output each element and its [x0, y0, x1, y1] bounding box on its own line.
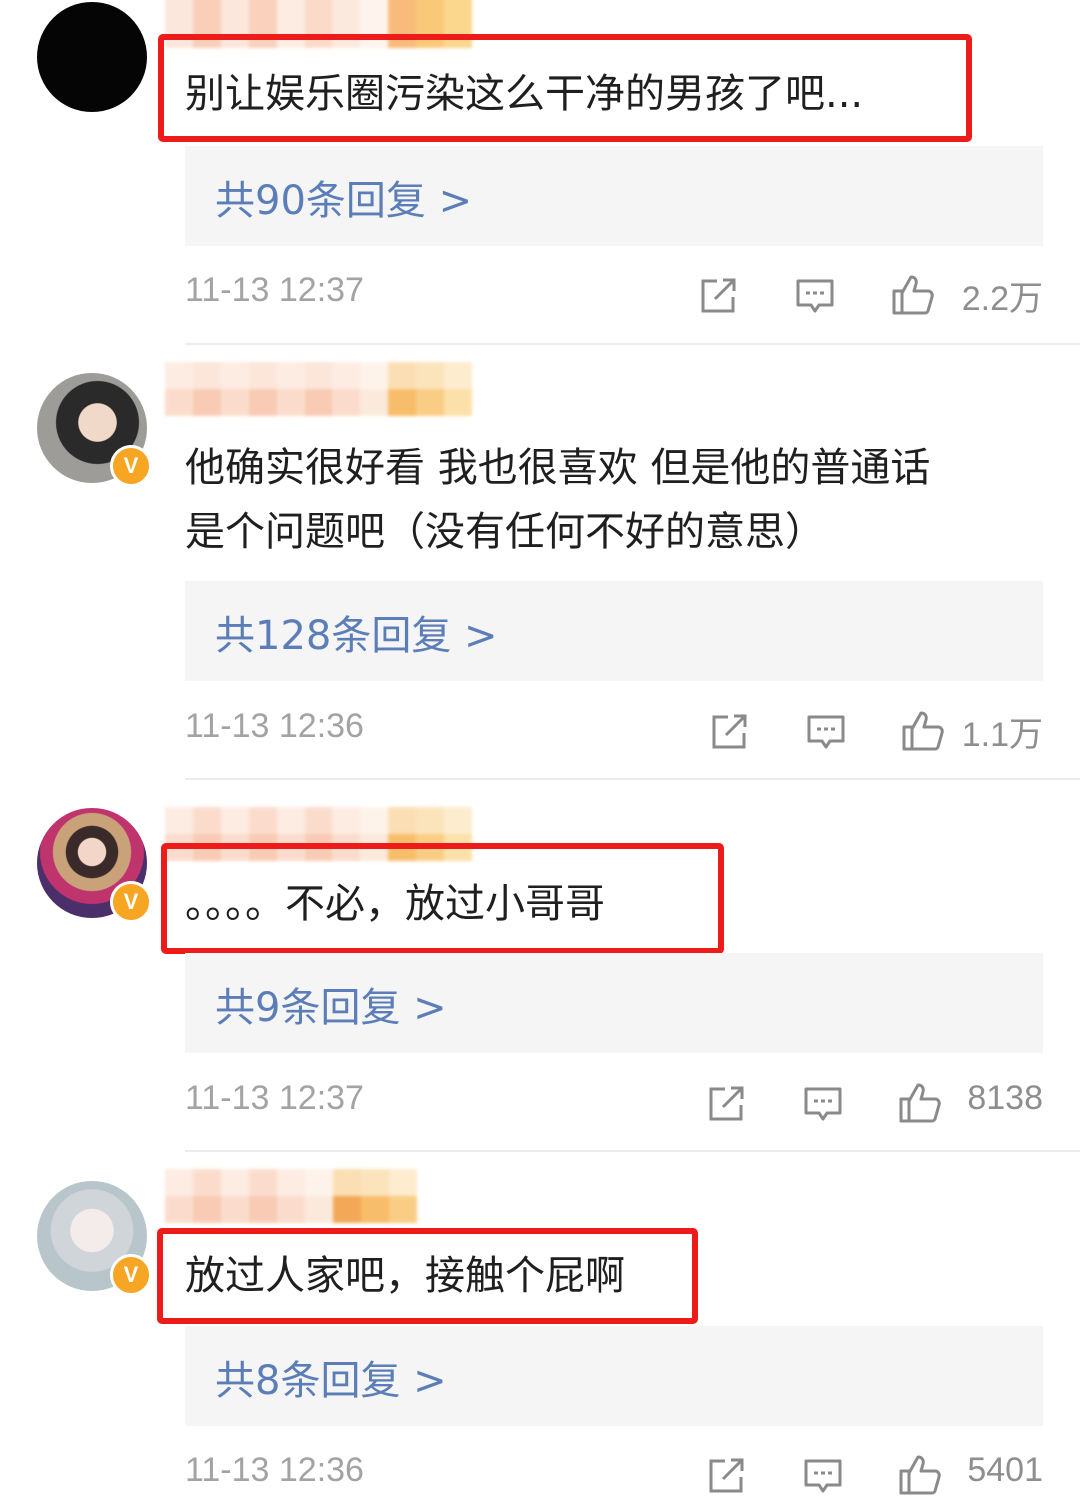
replies-link[interactable]: 共8条回复 > — [185, 1326, 1043, 1426]
verified-badge-icon: V — [110, 1254, 152, 1296]
verified-badge-icon: V — [110, 881, 152, 923]
share-icon[interactable] — [705, 1455, 747, 1497]
comment-icon[interactable] — [805, 711, 847, 753]
divider — [185, 343, 1080, 345]
like-count: 8138 — [967, 1079, 1043, 1117]
comment-meta: 11-13 12:36 5401 — [185, 1445, 1043, 1505]
comment-time: 11-13 12:37 — [185, 1079, 364, 1117]
comment-time: 11-13 12:36 — [185, 707, 364, 745]
comment-icon[interactable] — [802, 1455, 844, 1497]
comment-meta: 11-13 12:37 8138 — [185, 1073, 1043, 1133]
like-icon[interactable] — [897, 1451, 943, 1497]
replies-link[interactable]: 共9条回复 > — [185, 953, 1043, 1053]
comment-icon[interactable] — [802, 1083, 844, 1125]
replies-label: 共128条回复 > — [215, 613, 498, 659]
like-icon[interactable] — [900, 707, 946, 753]
comment-text: 别让娱乐圈污染这么干净的男孩了吧... — [185, 71, 864, 117]
replies-label: 共9条回复 > — [215, 985, 447, 1031]
comment-meta: 11-13 12:36 1.1万 — [185, 701, 1043, 761]
user-avatar[interactable] — [37, 2, 147, 112]
share-icon[interactable] — [697, 275, 739, 317]
comment-time: 11-13 12:36 — [185, 1451, 364, 1489]
replies-label: 共90条回复 > — [215, 178, 473, 224]
share-icon[interactable] — [708, 711, 750, 753]
comment-meta: 11-13 12:37 2.2万 — [185, 265, 1043, 325]
like-count: 1.1万 — [961, 716, 1043, 754]
blurred-username — [165, 1169, 417, 1223]
comment-icon[interactable] — [794, 275, 836, 317]
comment-text: 。。。。不必，放过小哥哥 — [185, 881, 605, 927]
replies-link[interactable]: 共128条回复 > — [185, 581, 1043, 681]
comment-text: 放过人家吧，接触个屁啊 — [185, 1253, 625, 1299]
verified-badge-icon: V — [110, 445, 152, 487]
replies-label: 共8条回复 > — [215, 1358, 447, 1404]
comment-text: 他确实很好看 我也很喜欢 但是他的普通话 是个问题吧（没有任何不好的意思） — [185, 445, 931, 555]
comment-time: 11-13 12:37 — [185, 271, 364, 309]
divider — [185, 1150, 1080, 1152]
like-icon[interactable] — [897, 1079, 943, 1125]
blurred-username — [165, 362, 500, 416]
like-icon[interactable] — [890, 271, 936, 317]
like-count: 2.2万 — [961, 280, 1043, 318]
replies-link[interactable]: 共90条回复 > — [185, 146, 1043, 246]
share-icon[interactable] — [705, 1083, 747, 1125]
like-count: 5401 — [967, 1451, 1043, 1489]
divider — [185, 778, 1080, 780]
